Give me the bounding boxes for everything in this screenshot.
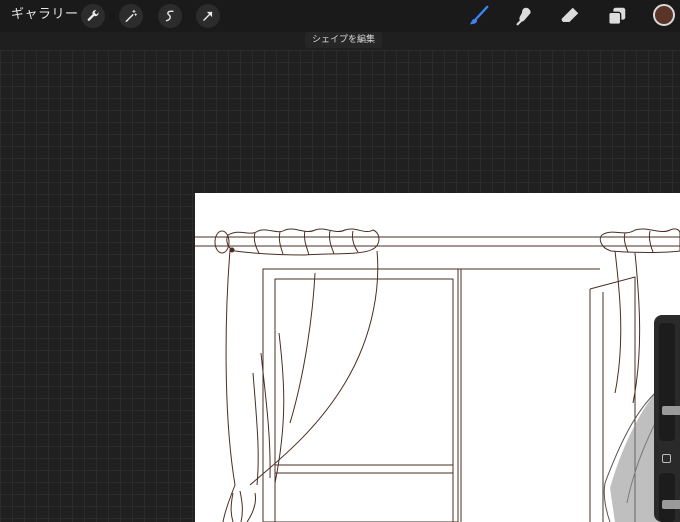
color-picker-button[interactable]: [653, 4, 675, 26]
brush-size-slider[interactable]: [659, 323, 680, 441]
layers-button[interactable]: [605, 4, 629, 28]
transform-arrow-icon: [203, 11, 213, 21]
wrench-icon: [87, 10, 99, 21]
tooltip-edit-shape: シェイプを編集: [305, 32, 383, 48]
opacity-slider[interactable]: [659, 473, 680, 522]
eraser-icon: [561, 7, 579, 23]
brush-size-thumb[interactable]: [662, 405, 680, 415]
selection-icon: [165, 10, 174, 22]
top-toolbar: ギャラリー: [0, 0, 680, 32]
actions-button[interactable]: [81, 4, 105, 28]
sketch-artwork: [195, 228, 680, 522]
side-slider-panel: [654, 315, 680, 522]
opacity-thumb[interactable]: [662, 499, 680, 509]
eraser-tool-button[interactable]: [558, 4, 582, 28]
brush-tool-button[interactable]: [467, 4, 491, 28]
smudge-tool-button[interactable]: [512, 4, 536, 28]
drawing-canvas[interactable]: [195, 193, 680, 522]
adjustments-button[interactable]: [119, 4, 143, 28]
magic-wand-icon: [125, 9, 138, 22]
modify-button[interactable]: [662, 454, 671, 463]
selection-button[interactable]: [158, 4, 182, 28]
transform-button[interactable]: [196, 4, 220, 28]
gallery-button[interactable]: ギャラリー: [11, 6, 79, 24]
smudge-icon: [516, 7, 531, 26]
layers-icon: [608, 7, 626, 25]
brush-icon: [469, 5, 489, 25]
